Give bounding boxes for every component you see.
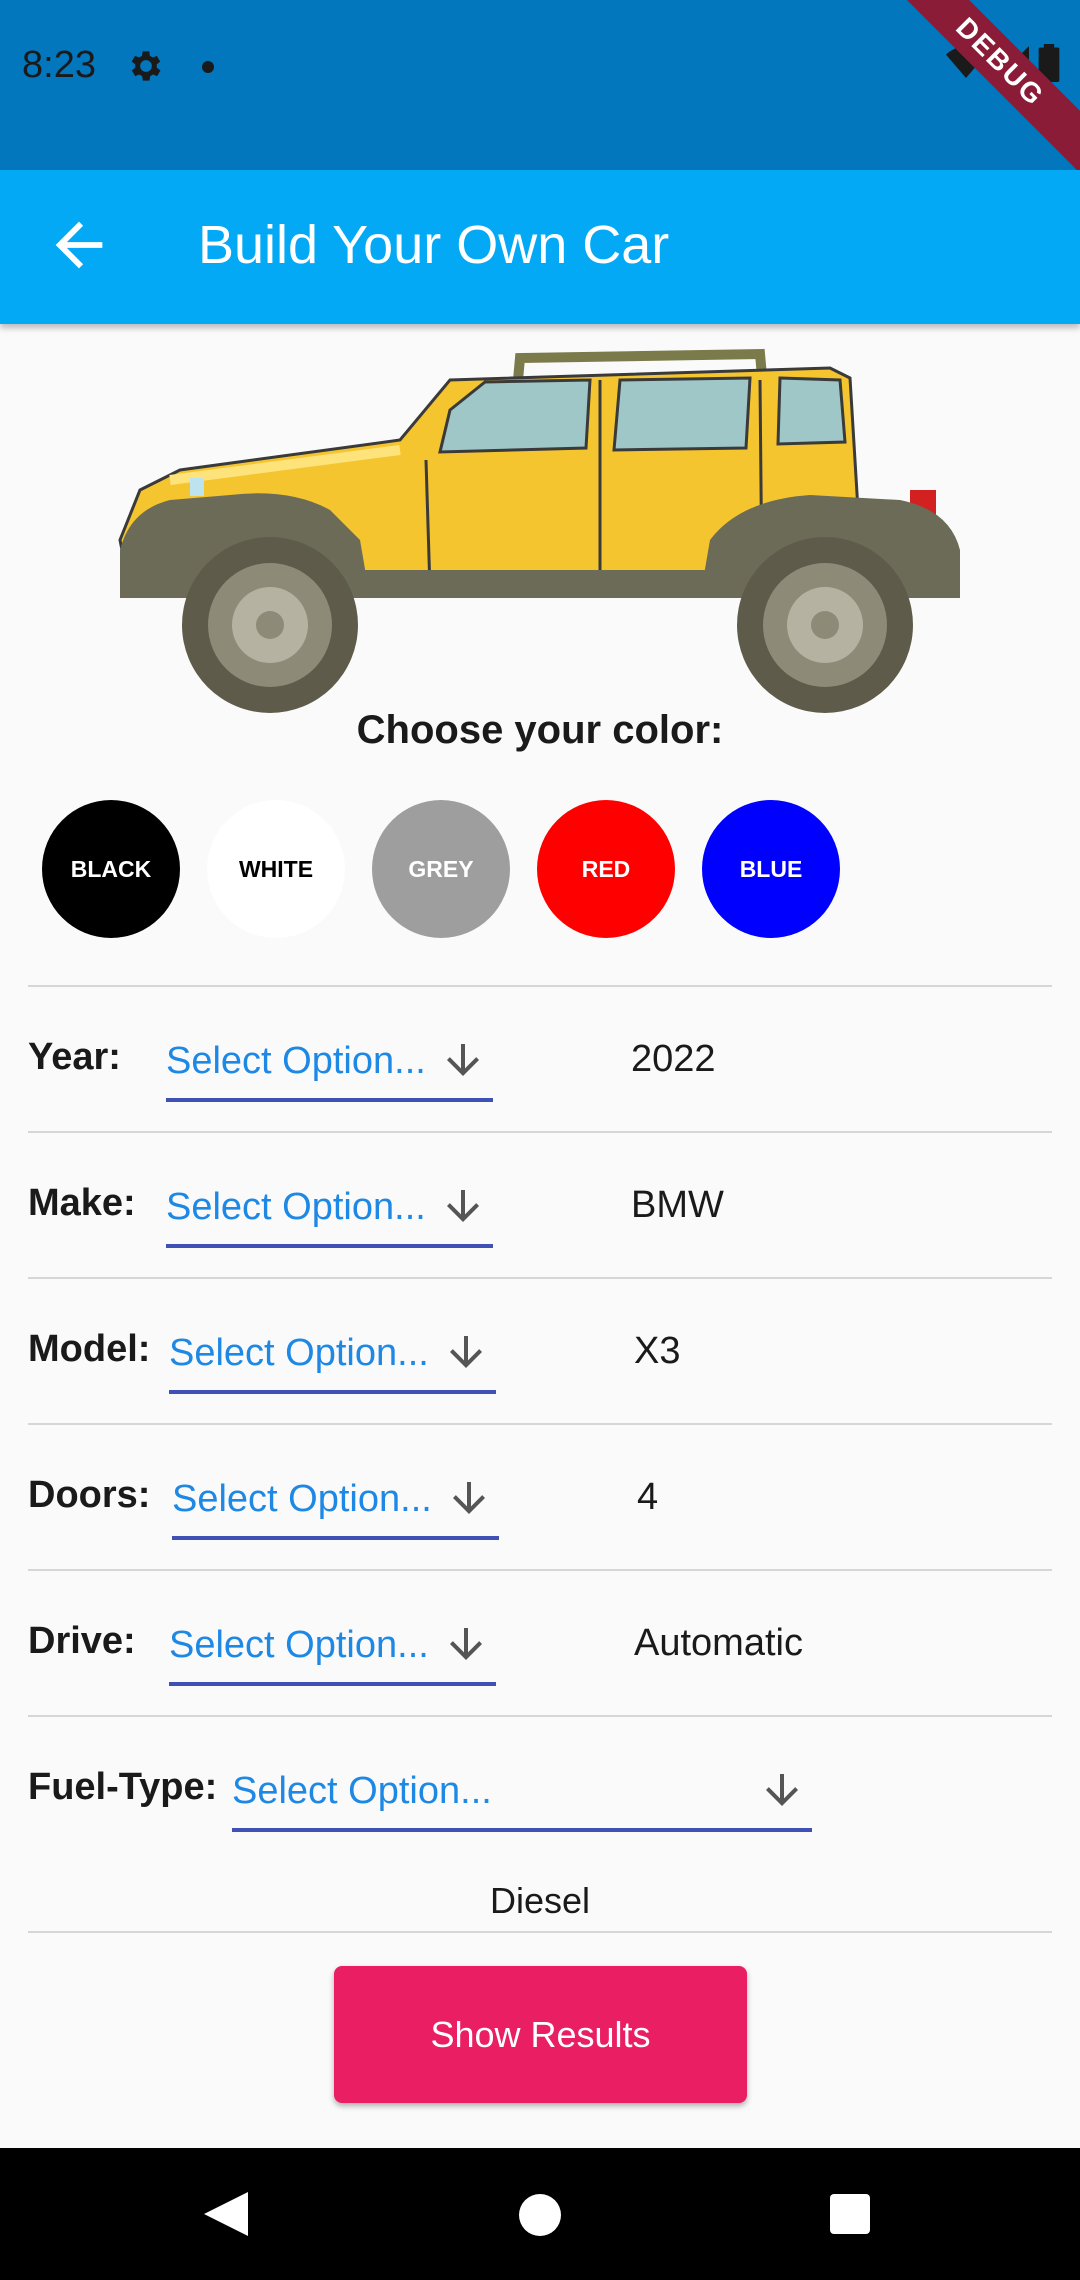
color-swatch-label: RED [581,855,631,882]
dropdown-placeholder: Select Option... [166,1040,426,1082]
page-title: Build Your Own Car [198,215,670,275]
color-swatch-label: WHITE [238,855,314,882]
status-time: 8:23 [22,44,96,86]
nav-back-icon[interactable] [204,2192,248,2236]
doors-dropdown[interactable]: Select Option... [172,1468,499,1540]
app-bar: Build Your Own Car [0,170,1080,324]
divider [28,1277,1052,1279]
doors-label: Doors: [28,1474,151,1516]
divider [28,1423,1052,1425]
system-nav-bar [0,2148,1080,2280]
model-label: Model: [28,1328,151,1370]
arrow-down-icon [450,1336,482,1368]
fuel-type-dropdown[interactable]: Select Option... [232,1760,812,1832]
arrow-down-icon [447,1044,479,1076]
model-value: X3 [634,1330,681,1372]
dropdown-placeholder: Select Option... [166,1186,426,1228]
status-bar: 8:23 [0,0,1080,170]
dropdown-placeholder: Select Option... [169,1624,429,1666]
year-dropdown[interactable]: Select Option... [166,1030,493,1102]
divider [28,1131,1052,1133]
back-arrow-icon[interactable] [44,210,114,280]
arrow-down-icon [450,1628,482,1660]
color-swatch-red[interactable]: RED [537,800,675,938]
drive-value: Automatic [634,1622,803,1664]
fuel-type-value: Diesel [489,1880,591,1921]
color-swatch-grey[interactable]: GREY [372,800,510,938]
dropdown-placeholder: Select Option... [169,1332,429,1374]
nav-recents-icon[interactable] [830,2194,870,2234]
settings-gear-icon [131,51,161,81]
fuel-type-label: Fuel-Type: [28,1766,218,1808]
color-swatch-blue[interactable]: BLUE [702,800,840,938]
drive-dropdown[interactable]: Select Option... [169,1614,496,1686]
color-swatch-label: GREY [408,855,474,882]
color-swatch-white[interactable]: WHITE [207,800,345,938]
year-label: Year: [28,1036,121,1078]
year-value: 2022 [631,1038,716,1080]
color-swatch-label: BLACK [70,855,152,882]
model-dropdown[interactable]: Select Option... [169,1322,496,1394]
arrow-down-icon [766,1774,798,1806]
divider [28,985,1052,987]
color-heading: Choose your color: [356,708,724,752]
nav-home-icon[interactable] [519,2194,561,2236]
make-label: Make: [28,1182,136,1224]
make-dropdown[interactable]: Select Option... [166,1176,493,1248]
dropdown-placeholder: Select Option... [172,1478,432,1520]
dropdown-placeholder: Select Option... [232,1770,492,1812]
arrow-down-icon [447,1190,479,1222]
arrow-down-icon [453,1482,485,1514]
divider [28,1931,1052,1933]
color-swatch-label: BLUE [739,855,803,882]
show-results-label: Show Results [430,2013,651,2055]
color-swatch-black[interactable]: BLACK [42,800,180,938]
drive-label: Drive: [28,1620,136,1662]
doors-value: 4 [637,1476,659,1518]
show-results-button[interactable]: Show Results [334,1966,747,2103]
divider [28,1715,1052,1717]
notification-dot-icon [202,61,214,73]
make-value: BMW [631,1184,724,1226]
car-illustration [118,348,960,713]
divider [28,1569,1052,1571]
